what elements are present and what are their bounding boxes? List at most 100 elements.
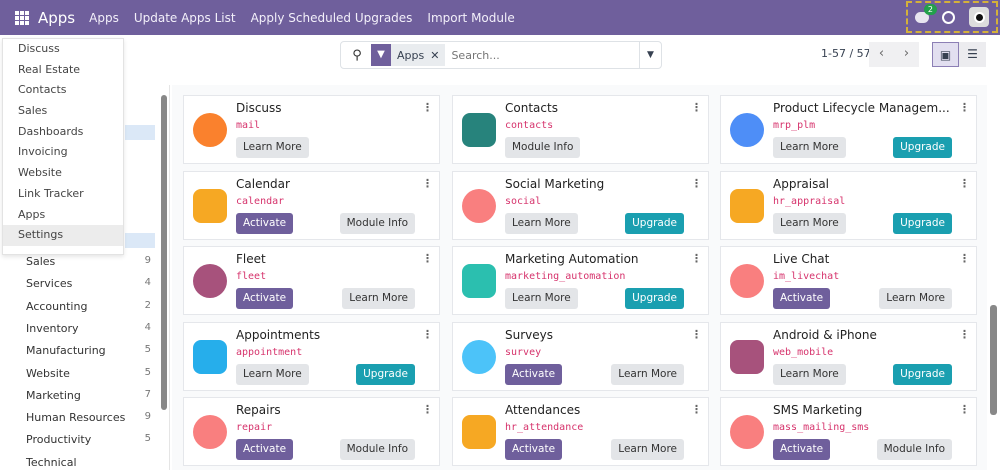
pager-previous-button[interactable]: ‹ [869,42,894,67]
nav-apps[interactable]: Apps [89,11,119,25]
app-card[interactable]: Attendances hr_attendance ⋮ Activate Lear… [452,397,709,466]
more-options-icon[interactable]: ⋮ [422,252,433,265]
menu-item-apps[interactable]: Apps [3,205,123,226]
menu-item-dashboards[interactable]: Dashboards [3,122,123,143]
app-card[interactable]: Product Lifecycle Managem... mrp_plm ⋮ L… [720,95,977,164]
app-card[interactable]: Android & iPhone web_mobile ⋮ Learn More… [720,322,977,391]
more-options-icon[interactable]: ⋮ [422,101,433,114]
more-options-icon[interactable]: ⋮ [959,177,970,190]
more-options-icon[interactable]: ⋮ [691,177,702,190]
more-options-icon[interactable]: ⋮ [422,177,433,190]
learn-more-button[interactable]: Learn More [879,288,952,309]
menu-item-settings[interactable]: Settings [3,225,123,246]
menu-item-invoicing[interactable]: Invoicing [3,142,123,163]
user-avatar[interactable] [969,7,990,27]
search-input[interactable] [451,48,639,62]
activity-clock-icon[interactable] [942,10,956,24]
more-options-icon[interactable]: ⋮ [691,403,702,416]
upgrade-button[interactable]: Upgrade [625,213,684,234]
activate-button[interactable]: Activate [505,364,563,385]
more-options-icon[interactable]: ⋮ [959,403,970,416]
app-card[interactable]: Appointments appointment ⋮ Learn More Upg… [183,322,440,391]
activate-button[interactable]: Activate [505,439,563,460]
sidebar-category[interactable]: Inventory 4 [26,322,151,335]
module-info-button[interactable]: Module Info [505,137,581,158]
menu-item-real-estate[interactable]: Real Estate [3,60,123,81]
upgrade-button[interactable]: Upgrade [356,364,415,385]
app-card[interactable]: Contacts contacts ⋮ Module Info [452,95,709,164]
sidebar-category[interactable]: Accounting 2 [26,300,151,313]
app-grid-icon[interactable] [15,10,29,25]
activate-button[interactable]: Activate [236,213,294,234]
brand[interactable]: Apps [38,9,75,27]
kanban-view-button[interactable]: ▣ [932,42,959,67]
app-card[interactable]: Live Chat im_livechat ⋮ Activate Learn Mo… [720,246,977,315]
more-options-icon[interactable]: ⋮ [422,328,433,341]
more-options-icon[interactable]: ⋮ [959,328,970,341]
app-card[interactable]: Discuss mail ⋮ Learn More [183,95,440,164]
more-options-icon[interactable]: ⋮ [691,252,702,265]
activate-button[interactable]: Activate [236,288,294,309]
sidebar-category[interactable]: Marketing 7 [26,389,151,402]
app-card[interactable]: Repairs repair ⋮ Activate Module Info [183,397,440,466]
sidebar-category[interactable]: Sales 9 [26,255,151,268]
learn-more-button[interactable]: Learn More [236,137,309,158]
menu-item-link-tracker[interactable]: Link Tracker [3,184,123,205]
list-view-button[interactable]: ☰ [959,42,986,67]
learn-more-button[interactable]: Learn More [773,137,846,158]
upgrade-button[interactable]: Upgrade [893,213,952,234]
app-card[interactable]: SMS Marketing mass_mailing_sms ⋮ Activat… [720,397,977,466]
app-technical-name: hr_attendance [505,422,584,433]
module-info-button[interactable]: Module Info [339,213,415,234]
chat-icon[interactable]: 2 [914,3,937,23]
menu-item-sales[interactable]: Sales [3,101,123,122]
activate-button[interactable]: Activate [773,288,831,309]
sidebar-category[interactable]: Technical [26,456,151,469]
app-card[interactable]: Social Marketing social ⋮ Learn More Upgr… [452,171,709,240]
upgrade-button[interactable]: Upgrade [893,364,952,385]
app-card[interactable]: Surveys survey ⋮ Activate Learn More [452,322,709,391]
activate-button[interactable]: Activate [773,439,831,460]
app-name: Attendances [505,403,581,417]
nav-update-apps-list[interactable]: Update Apps List [134,11,236,25]
sidebar-category[interactable]: Services 4 [26,277,151,290]
more-options-icon[interactable]: ⋮ [691,328,702,341]
more-options-icon[interactable]: ⋮ [691,101,702,114]
app-card[interactable]: Calendar calendar ⋮ Activate Module Info [183,171,440,240]
sidebar-category[interactable]: Website 5 [26,367,151,380]
learn-more-button[interactable]: Learn More [611,364,684,385]
learn-more-button[interactable]: Learn More [236,364,309,385]
more-options-icon[interactable]: ⋮ [959,101,970,114]
learn-more-button[interactable]: Learn More [773,364,846,385]
nav-import-module[interactable]: Import Module [427,11,514,25]
sidebar-scrollbar[interactable] [161,95,167,410]
more-options-icon[interactable]: ⋮ [959,252,970,265]
upgrade-button[interactable]: Upgrade [625,288,684,309]
sidebar-category[interactable]: Productivity 5 [26,433,151,446]
app-card[interactable]: Marketing Automation marketing_automatio… [452,246,709,315]
menu-item-discuss[interactable]: Discuss [3,39,123,60]
sidebar-category[interactable]: Manufacturing 5 [26,344,151,357]
search-icon[interactable]: ⚲ [347,48,367,63]
learn-more-button[interactable]: Learn More [342,288,415,309]
activate-button[interactable]: Activate [236,439,294,460]
facet-remove-icon[interactable]: ✕ [430,49,445,62]
main-scrollbar[interactable] [990,305,997,415]
learn-more-button[interactable]: Learn More [505,288,578,309]
more-options-icon[interactable]: ⋮ [422,403,433,416]
learn-more-button[interactable]: Learn More [611,439,684,460]
menu-item-website[interactable]: Website [3,163,123,184]
learn-more-button[interactable]: Learn More [505,213,578,234]
module-info-button[interactable]: Module Info [339,439,415,460]
nav-apply-scheduled-upgrades[interactable]: Apply Scheduled Upgrades [251,11,413,25]
module-info-button[interactable]: Module Info [876,439,952,460]
pager-value[interactable]: 1-57 / 57 [821,47,871,60]
app-card[interactable]: Appraisal hr_appraisal ⋮ Learn More Upgra… [720,171,977,240]
learn-more-button[interactable]: Learn More [773,213,846,234]
upgrade-button[interactable]: Upgrade [893,137,952,158]
app-card[interactable]: Fleet fleet ⋮ Activate Learn More [183,246,440,315]
menu-item-contacts[interactable]: Contacts [3,80,123,101]
search-dropdown-toggle[interactable]: ▼ [639,42,661,68]
sidebar-category[interactable]: Human Resources 9 [26,411,151,424]
pager-next-button[interactable]: › [894,42,919,67]
